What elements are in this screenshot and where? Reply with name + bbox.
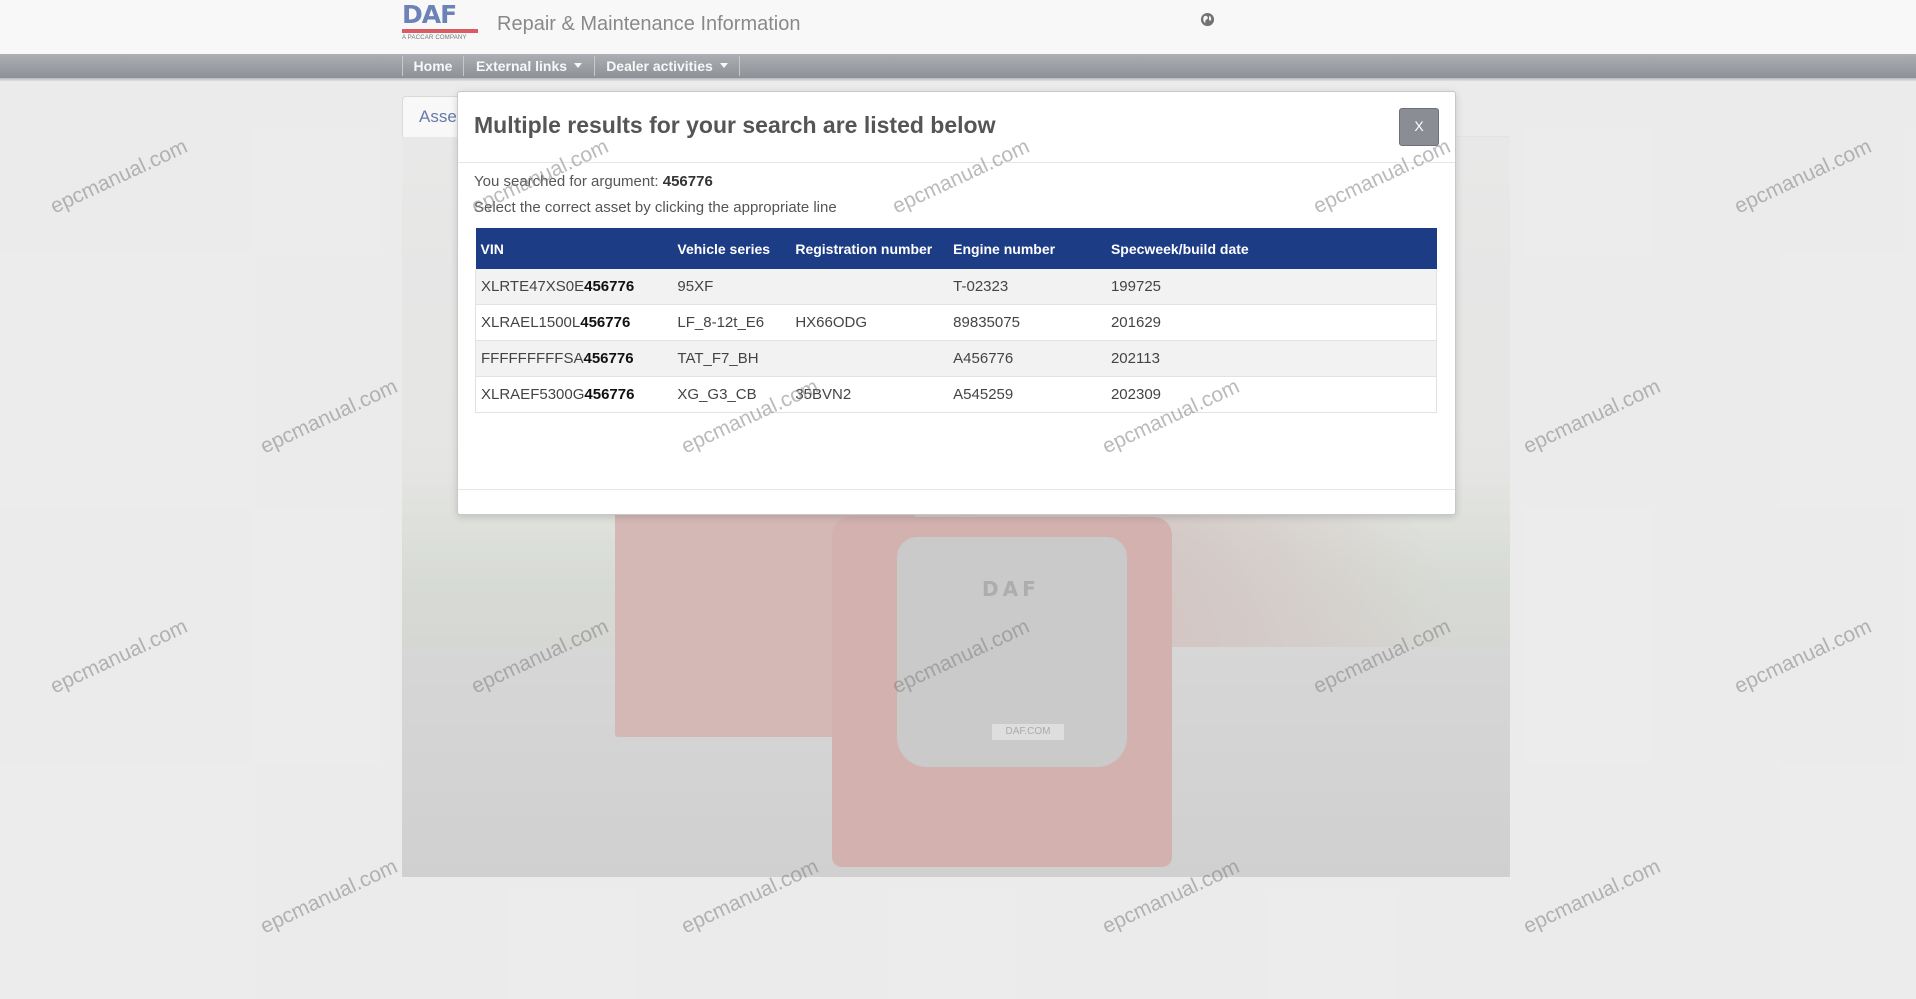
cell-vin: XLRAEL1500L456776 bbox=[475, 304, 673, 341]
column-header-vehicle-series: Vehicle series bbox=[672, 228, 791, 269]
column-header-vin: VIN bbox=[475, 228, 673, 269]
vin-prefix: XLRTE47XS0E bbox=[481, 278, 585, 295]
search-prefix: You searched for argument: bbox=[474, 173, 663, 190]
vin-match: 456776 bbox=[580, 314, 631, 331]
cell-vin: XLRAEF5300G456776 bbox=[475, 376, 673, 413]
cell-vehicle-series: LF_8-12t_E6 bbox=[672, 304, 791, 341]
cell-engine-number: A456776 bbox=[948, 340, 1106, 377]
modal-divider bbox=[458, 162, 1455, 163]
cell-specweek: 199725 bbox=[1105, 269, 1437, 305]
vin-match: 456776 bbox=[583, 350, 634, 367]
cell-registration-number: HX66ODG bbox=[790, 304, 949, 341]
column-header-registration-number: Registration number bbox=[790, 228, 949, 269]
table-row[interactable]: XLRAEL1500L456776 LF_8-12t_E6 HX66ODG 89… bbox=[475, 304, 1437, 341]
table-row[interactable]: XLRTE47XS0E456776 95XF T-02323 199725 bbox=[475, 269, 1437, 305]
vin-prefix: XLRAEL1500L bbox=[481, 314, 581, 331]
cell-specweek: 202309 bbox=[1105, 376, 1437, 413]
table-header-row: VIN Vehicle series Registration number E… bbox=[475, 228, 1437, 269]
cell-specweek: 201629 bbox=[1105, 304, 1437, 341]
search-argument: 456776 bbox=[662, 173, 713, 190]
table-row[interactable]: FFFFFFFFFSA456776 TAT_F7_BH A456776 2021… bbox=[475, 340, 1437, 377]
cell-engine-number: 89835075 bbox=[948, 304, 1106, 341]
cell-registration-number bbox=[790, 340, 949, 377]
modal-title: Multiple results for your search are lis… bbox=[474, 112, 996, 138]
column-header-engine-number: Engine number bbox=[948, 228, 1106, 269]
vin-match: 456776 bbox=[584, 386, 635, 403]
vin-prefix: XLRAEF5300G bbox=[481, 386, 585, 403]
results-table: VIN Vehicle series Registration number E… bbox=[475, 228, 1437, 413]
cell-vehicle-series: XG_G3_CB bbox=[672, 376, 791, 413]
cell-registration-number bbox=[790, 269, 949, 305]
cell-vehicle-series: 95XF bbox=[672, 269, 791, 305]
results-modal: Multiple results for your search are lis… bbox=[457, 91, 1456, 515]
close-button[interactable]: X bbox=[1399, 108, 1439, 146]
cell-registration-number: 35BVN2 bbox=[790, 376, 949, 413]
search-argument-line: You searched for argument: 456776 bbox=[474, 173, 713, 190]
vin-prefix: FFFFFFFFFSA bbox=[481, 350, 584, 367]
cell-specweek: 202113 bbox=[1105, 340, 1437, 377]
cell-engine-number: T-02323 bbox=[948, 269, 1106, 305]
selection-hint: Select the correct asset by clicking the… bbox=[474, 199, 837, 216]
cell-vin: XLRTE47XS0E456776 bbox=[475, 269, 673, 305]
column-header-specweek: Specweek/build date bbox=[1105, 228, 1437, 269]
vin-match: 456776 bbox=[584, 278, 635, 295]
cell-vehicle-series: TAT_F7_BH bbox=[672, 340, 791, 377]
table-row[interactable]: XLRAEF5300G456776 XG_G3_CB 35BVN2 A54525… bbox=[475, 376, 1437, 413]
cell-engine-number: A545259 bbox=[948, 376, 1106, 413]
modal-footer-divider bbox=[458, 489, 1455, 490]
cell-vin: FFFFFFFFFSA456776 bbox=[475, 340, 673, 377]
